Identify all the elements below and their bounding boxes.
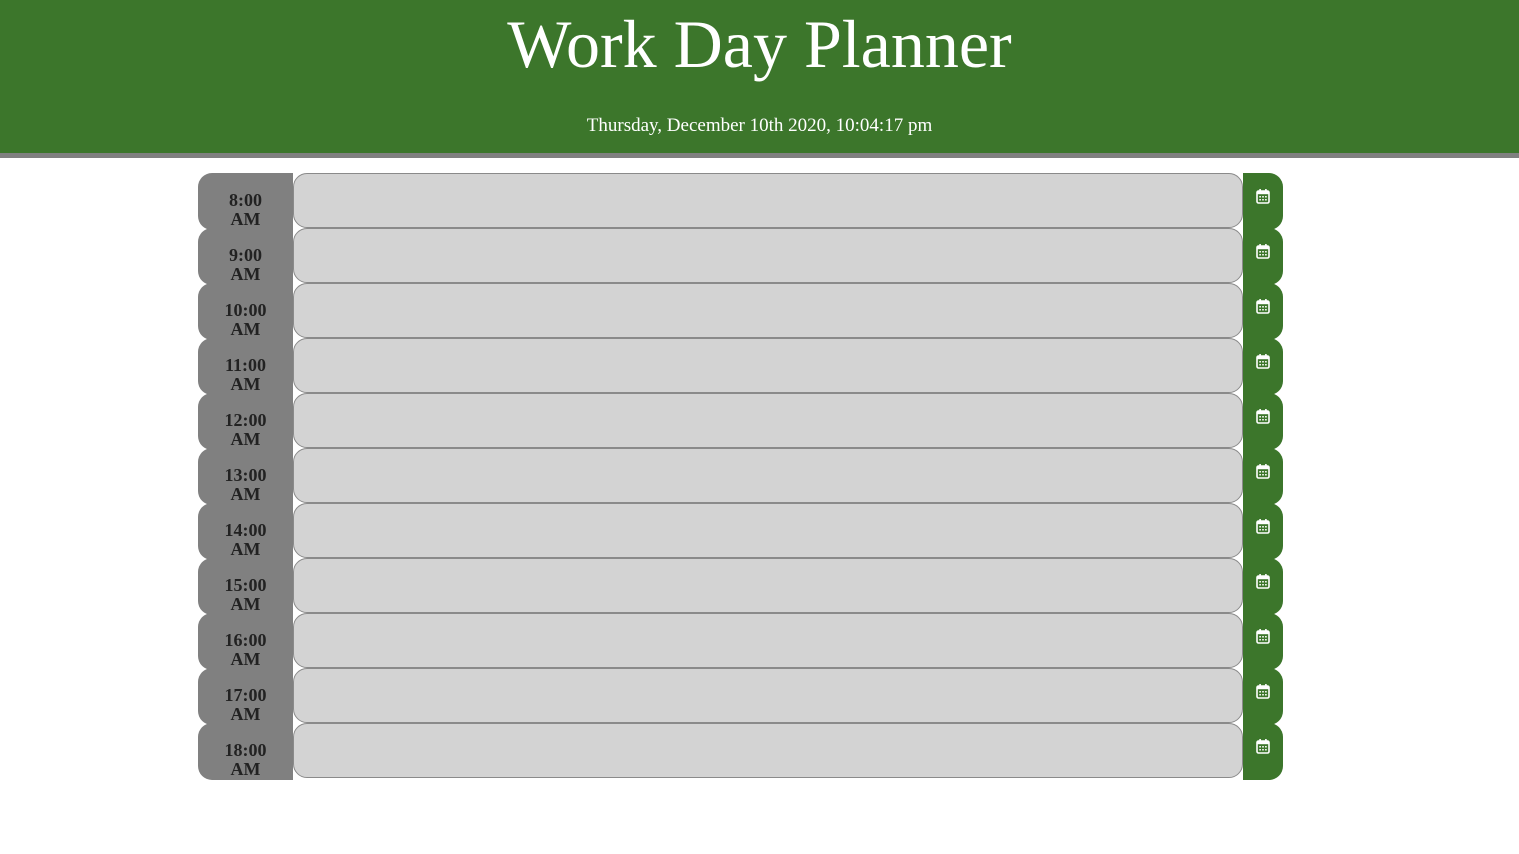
hour-time: 17:00 [224,685,267,705]
hour-time: 11:00 [224,355,266,375]
save-button[interactable] [1243,558,1283,615]
calendar-icon [1256,354,1270,369]
hour-time: 16:00 [224,630,267,650]
hour-period: AM [230,484,261,504]
task-input[interactable] [293,393,1243,448]
current-datetime: Thursday, December 10th 2020, 10:04:17 p… [586,115,933,136]
calendar-icon [1256,574,1270,589]
hour-label: 8:00 AM [198,173,293,230]
hour-time: 14:00 [224,520,267,540]
hour-period: AM [230,594,261,614]
task-input[interactable] [293,338,1243,393]
hour-label: 15:00 AM [198,558,293,615]
task-input[interactable] [293,723,1243,778]
save-button[interactable] [1243,503,1283,560]
save-button[interactable] [1243,173,1283,230]
hour-period: AM [230,759,261,779]
save-button[interactable] [1243,668,1283,725]
save-button[interactable] [1243,613,1283,670]
hour-label: 12:00 AM [198,393,293,450]
calendar-icon [1256,189,1270,204]
task-input[interactable] [293,613,1243,668]
time-block-row: 12:00 AM [198,393,1284,450]
save-button[interactable] [1243,723,1283,780]
hour-time: 15:00 [224,575,267,595]
hour-period: AM [230,704,261,724]
page-title: Work Day Planner [507,6,1012,82]
time-block-row: 10:00 AM [198,283,1284,340]
hour-label: 18:00 AM [198,723,293,780]
hour-time: 12:00 [224,410,267,430]
hour-time: 10:00 [224,300,267,320]
calendar-icon [1256,629,1270,644]
hour-period: AM [230,319,261,339]
calendar-icon [1256,464,1270,479]
calendar-icon [1256,299,1270,314]
time-block-row: 15:00 AM [198,558,1284,615]
time-block-row: 18:00 AM [198,723,1284,780]
task-input[interactable] [293,283,1243,338]
hour-period: AM [230,264,261,284]
hour-period: AM [230,429,261,449]
hour-period: AM [230,374,261,394]
task-input[interactable] [293,668,1243,723]
hour-period: AM [230,209,261,229]
page-header: Work Day Planner Thursday, December 10th… [0,0,1519,158]
hour-label: 10:00 AM [198,283,293,340]
save-button[interactable] [1243,338,1283,395]
hour-time: 9:00 [229,245,262,265]
hour-period: AM [230,649,261,669]
task-input[interactable] [293,173,1243,228]
save-button[interactable] [1243,393,1283,450]
time-block-row: 9:00 AM [198,228,1284,285]
planner-container: 8:00 AM 9:00 AM 10:00 AM 11:00 AM 12:00 AM 13… [198,173,1284,780]
time-block-row: 8:00 AM [198,173,1284,230]
task-input[interactable] [293,503,1243,558]
hour-label: 14:00 AM [198,503,293,560]
hour-label: 16:00 AM [198,613,293,670]
time-block-row: 11:00 AM [198,338,1284,395]
time-block-row: 17:00 AM [198,668,1284,725]
task-input[interactable] [293,558,1243,613]
calendar-icon [1256,409,1270,424]
save-button[interactable] [1243,228,1283,285]
hour-time: 13:00 [224,465,267,485]
time-block-row: 13:00 AM [198,448,1284,505]
save-button[interactable] [1243,283,1283,340]
time-block-row: 14:00 AM [198,503,1284,560]
hour-label: 13:00 AM [198,448,293,505]
time-block-row: 16:00 AM [198,613,1284,670]
task-input[interactable] [293,448,1243,503]
save-button[interactable] [1243,448,1283,505]
hour-label: 17:00 AM [198,668,293,725]
task-input[interactable] [293,228,1243,283]
hour-period: AM [230,539,261,559]
hour-time: 8:00 [229,190,262,210]
hour-time: 18:00 [224,740,267,760]
calendar-icon [1256,244,1270,259]
calendar-icon [1256,519,1270,534]
hour-label: 9:00 AM [198,228,293,285]
calendar-icon [1256,739,1270,754]
calendar-icon [1256,684,1270,699]
hour-label: 11:00 AM [198,338,293,395]
